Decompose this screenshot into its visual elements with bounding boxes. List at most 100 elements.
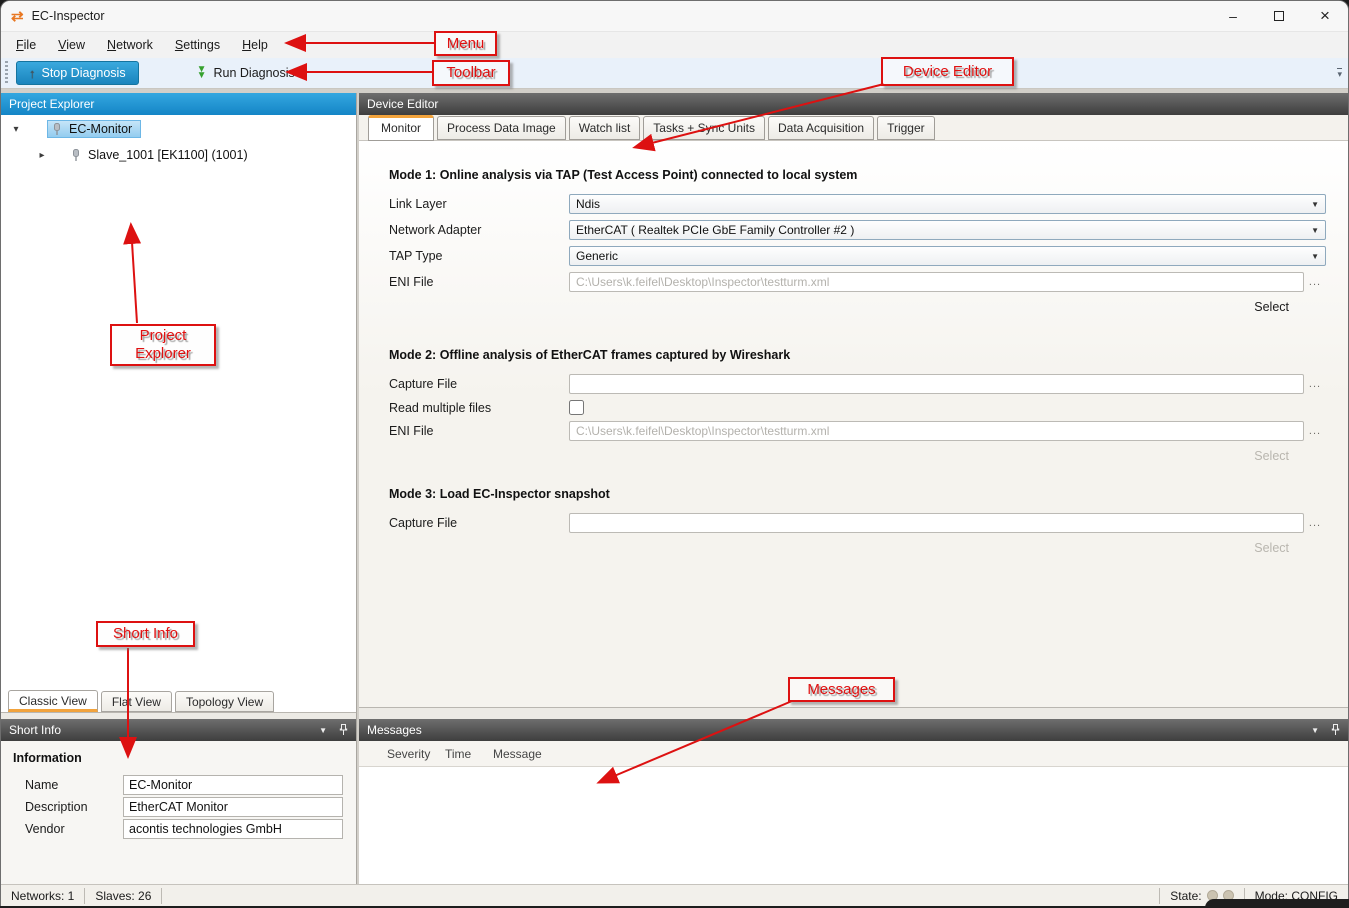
network-adapter-select[interactable]: EtherCAT ( Realtek PCIe GbE Family Contr… xyxy=(569,220,1326,240)
tab-flat-view[interactable]: Flat View xyxy=(101,691,172,712)
capture-file-label: Capture File xyxy=(389,377,569,391)
tab-tasks-sync-units[interactable]: Tasks + Sync Units xyxy=(643,116,765,140)
device-icon xyxy=(52,123,62,136)
mode1-heading: Mode 1: Online analysis via TAP (Test Ac… xyxy=(389,168,1326,182)
run-diagnosis-button[interactable]: ▼▼ Run Diagnosis xyxy=(197,66,295,80)
callout-short-info: Short Info xyxy=(96,621,195,647)
tree-item-ec-monitor[interactable]: ▾ EC-Monitor xyxy=(1,118,356,140)
select-button[interactable]: Select xyxy=(1254,300,1289,314)
capture-file-input[interactable] xyxy=(569,374,1304,394)
tree-item-label: Slave_1001 [EK1100] (1001) xyxy=(88,148,248,162)
menu-bar: File View Network Settings Help xyxy=(1,31,1348,58)
select-button-disabled: Select xyxy=(1254,449,1289,463)
minimize-icon: – xyxy=(1229,8,1237,24)
toolbar-grip[interactable] xyxy=(5,61,8,85)
read-multiple-label: Read multiple files xyxy=(389,401,569,415)
pin-icon[interactable] xyxy=(339,724,348,736)
browse-button[interactable]: ... xyxy=(1304,422,1326,440)
stop-diagnosis-label: Stop Diagnosis xyxy=(42,66,126,80)
expander-open-icon[interactable]: ▾ xyxy=(9,124,23,135)
name-row: Name xyxy=(13,774,356,796)
messages-header: Messages ▼ xyxy=(359,719,1348,741)
callout-device-editor: Device Editor xyxy=(881,57,1014,86)
horizontal-splitter[interactable] xyxy=(1,712,356,719)
networks-count: Networks: 1 xyxy=(1,888,85,904)
name-field[interactable] xyxy=(123,775,343,795)
eni-file-input[interactable] xyxy=(569,272,1304,292)
column-severity[interactable]: Severity xyxy=(387,747,445,761)
menu-settings[interactable]: Settings xyxy=(164,35,231,55)
snapshot-capture-file-row: Capture File ... xyxy=(389,513,1326,533)
stop-diagnosis-button[interactable]: ↑ Stop Diagnosis xyxy=(16,61,139,85)
information-section-title: Information xyxy=(13,751,356,765)
device-editor-tabs: Monitor Process Data Image Watch list Ta… xyxy=(359,115,1348,141)
mode1-select-row: Select xyxy=(389,298,1326,314)
slaves-count: Slaves: 26 xyxy=(85,888,162,904)
tab-classic-view[interactable]: Classic View xyxy=(8,690,98,712)
menu-view[interactable]: View xyxy=(47,35,96,55)
tab-watch-list[interactable]: Watch list xyxy=(569,116,641,140)
select-button-disabled: Select xyxy=(1254,541,1289,555)
tab-topology-view[interactable]: Topology View xyxy=(175,691,274,712)
description-field[interactable] xyxy=(123,797,343,817)
close-icon: × xyxy=(1320,6,1330,26)
tab-trigger[interactable]: Trigger xyxy=(877,116,935,140)
mode3-heading: Mode 3: Load EC-Inspector snapshot xyxy=(389,487,1326,501)
screenshot-root: ⇄ EC-Inspector – × File View Network Set… xyxy=(0,0,1349,908)
short-info-title: Short Info xyxy=(9,723,61,737)
read-multiple-checkbox[interactable] xyxy=(569,400,584,415)
chevron-down-icon: ▼ xyxy=(1311,200,1319,209)
callout-project-explorer: Project Explorer xyxy=(110,324,216,366)
capture-file-row: Capture File ... xyxy=(389,374,1326,394)
column-time[interactable]: Time xyxy=(445,747,493,761)
mode2-select-row: Select xyxy=(389,447,1326,463)
tree-selection[interactable]: EC-Monitor xyxy=(47,120,141,138)
short-info-header: Short Info ▼ xyxy=(1,719,356,741)
menu-help[interactable]: Help xyxy=(231,35,279,55)
description-label: Description xyxy=(13,800,123,814)
browse-button[interactable]: ... xyxy=(1304,273,1326,291)
tree-item-slave-1001[interactable]: ▸ Slave_1001 [EK1100] (1001) xyxy=(27,144,356,166)
link-layer-select[interactable]: Ndis ▼ xyxy=(569,194,1326,214)
mode2-section: Mode 2: Offline analysis of EtherCAT fra… xyxy=(389,348,1326,463)
maximize-button[interactable] xyxy=(1256,1,1302,31)
close-button[interactable]: × xyxy=(1302,1,1348,31)
expander-closed-icon[interactable]: ▸ xyxy=(35,150,49,161)
chevron-down-icon: ▼ xyxy=(1311,252,1319,261)
vendor-field[interactable] xyxy=(123,819,343,839)
snapshot-capture-file-input[interactable] xyxy=(569,513,1304,533)
device-editor-title: Device Editor xyxy=(367,97,438,111)
browse-button[interactable]: ... xyxy=(1304,514,1326,532)
eni-file-row: ENI File ... xyxy=(389,272,1326,292)
eni-file-input-2[interactable] xyxy=(569,421,1304,441)
chevron-down-icon[interactable]: ▼ xyxy=(319,726,327,735)
toolbar-overflow-button[interactable]: ▾ xyxy=(1337,68,1342,78)
column-message[interactable]: Message xyxy=(493,747,1348,761)
app-logo-icon: ⇄ xyxy=(11,7,24,25)
tab-monitor[interactable]: Monitor xyxy=(368,115,434,141)
link-layer-label: Link Layer xyxy=(389,197,569,211)
project-explorer-title: Project Explorer xyxy=(9,97,94,111)
mode3-section: Mode 3: Load EC-Inspector snapshot Captu… xyxy=(389,487,1326,555)
messages-list xyxy=(359,767,1348,884)
messages-title: Messages xyxy=(367,723,422,737)
menu-network[interactable]: Network xyxy=(96,35,164,55)
pin-icon[interactable] xyxy=(1331,724,1340,736)
chevron-down-icon[interactable]: ▼ xyxy=(1311,726,1319,735)
tap-type-select[interactable]: Generic ▼ xyxy=(569,246,1326,266)
project-explorer-panel: Project Explorer ▾ EC-Monitor ▸ Slave_10… xyxy=(1,93,357,884)
tab-data-acquisition[interactable]: Data Acquisition xyxy=(768,116,874,140)
state-label: State: xyxy=(1170,889,1201,903)
horizontal-splitter[interactable] xyxy=(359,707,1348,719)
device-icon xyxy=(71,149,81,162)
menu-file[interactable]: File xyxy=(5,35,47,55)
toolbar: ↑ Stop Diagnosis ▼▼ Run Diagnosis ▾ xyxy=(1,58,1348,89)
mode1-section: Mode 1: Online analysis via TAP (Test Ac… xyxy=(389,168,1326,314)
stop-arrow-icon: ↑ xyxy=(29,66,36,81)
browse-button[interactable]: ... xyxy=(1304,375,1326,393)
mode2-heading: Mode 2: Offline analysis of EtherCAT fra… xyxy=(389,348,1326,362)
minimize-button[interactable]: – xyxy=(1210,1,1256,31)
run-chevrons-icon: ▼▼ xyxy=(197,67,207,79)
read-multiple-row: Read multiple files xyxy=(389,400,1326,415)
tab-process-data-image[interactable]: Process Data Image xyxy=(437,116,566,140)
